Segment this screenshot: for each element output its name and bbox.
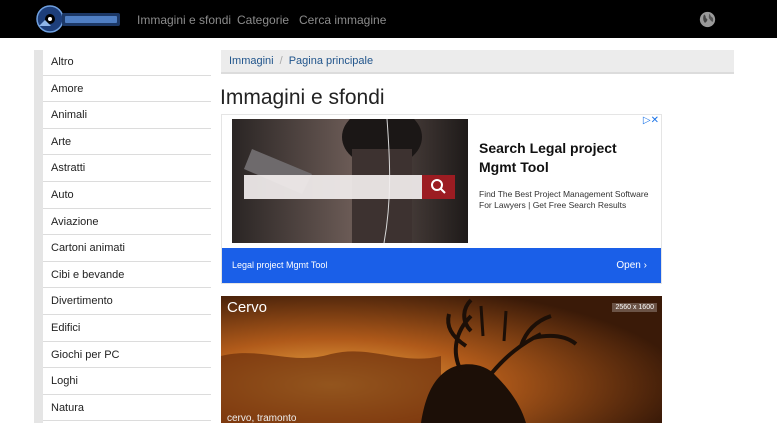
ad-photo-graphic — [232, 119, 468, 243]
ad-open-button[interactable]: Open › — [616, 248, 647, 283]
sidebar-item-astratti[interactable]: Astratti — [43, 155, 211, 182]
globe-icon[interactable] — [699, 11, 716, 28]
featured-image-card[interactable]: Cervo 2560 x 1600 cervo, tramonto — [221, 296, 662, 423]
resolution-badge: 2560 x 1600 — [612, 303, 657, 312]
sidebar-rail — [34, 50, 43, 423]
sidebar-item-cibi-e-bevande[interactable]: Cibi e bevande — [43, 262, 211, 289]
ad-close-icon[interactable]: ▷✕ — [643, 116, 659, 126]
ad-open-label: Open — [616, 260, 641, 271]
nav-categorie[interactable]: Categorie — [237, 0, 289, 38]
site-logo[interactable] — [35, 4, 123, 34]
category-sidebar: Altro Amore Animali Arte Astratti Auto A… — [43, 49, 211, 422]
chevron-right-icon: › — [643, 260, 647, 271]
nav-immagini-e-sfondi[interactable]: Immagini e sfondi — [137, 0, 231, 38]
ad-banner[interactable]: ▷✕ Search Legal project Mgmt Tool Find T… — [221, 114, 662, 284]
page-title: Immagini e sfondi — [220, 86, 385, 109]
featured-image-title[interactable]: Cervo — [227, 299, 267, 316]
sidebar-item-loghi[interactable]: Loghi — [43, 368, 211, 395]
ad-cta-text[interactable]: Legal project Mgmt Tool — [232, 248, 327, 283]
breadcrumb-pagina-principale[interactable]: Pagina principale — [289, 55, 373, 67]
sidebar-item-auto[interactable]: Auto — [43, 182, 211, 209]
sidebar-item-natura[interactable]: Natura — [43, 395, 211, 422]
deer-photo-graphic — [221, 296, 662, 423]
top-navbar: Immagini e sfondi Categorie Cerca immagi… — [0, 0, 777, 38]
sidebar-item-altro[interactable]: Altro — [43, 49, 211, 76]
sidebar-item-divertimento[interactable]: Divertimento — [43, 288, 211, 315]
nav-cerca-immagine[interactable]: Cerca immagine — [299, 0, 386, 38]
ad-cta-bar[interactable]: Legal project Mgmt Tool Open › — [222, 248, 661, 283]
ad-title[interactable]: Search Legal project Mgmt Tool — [479, 139, 654, 177]
sidebar-item-animali[interactable]: Animali — [43, 102, 211, 129]
sidebar-item-giochi-per-pc[interactable]: Giochi per PC — [43, 342, 211, 369]
featured-image-tags[interactable]: cervo, tramonto — [227, 413, 296, 423]
sidebar-item-edifici[interactable]: Edifici — [43, 315, 211, 342]
sidebar-item-aviazione[interactable]: Aviazione — [43, 209, 211, 236]
ad-description: Find The Best Project Management Softwar… — [479, 189, 649, 210]
breadcrumb: Immagini / Pagina principale — [221, 50, 734, 74]
sidebar-item-amore[interactable]: Amore — [43, 76, 211, 103]
sidebar-item-cartoni-animati[interactable]: Cartoni animati — [43, 235, 211, 262]
sidebar-item-arte[interactable]: Arte — [43, 129, 211, 156]
breadcrumb-immagini[interactable]: Immagini — [229, 55, 274, 67]
breadcrumb-separator: / — [279, 55, 283, 67]
ad-image[interactable] — [232, 119, 468, 243]
